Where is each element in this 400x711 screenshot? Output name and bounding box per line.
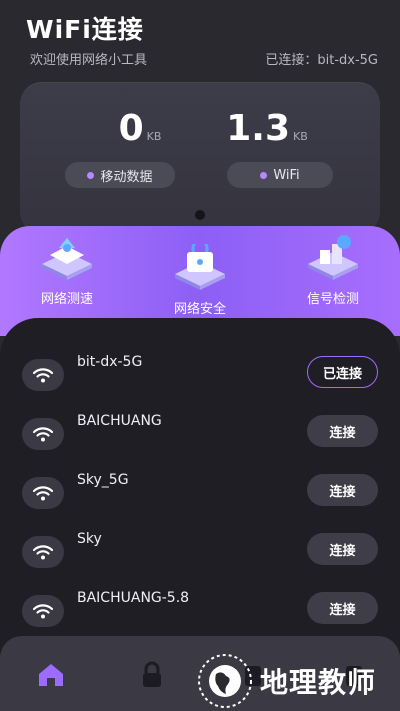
connection-status: 已连接：bit-dx-5G xyxy=(265,53,378,68)
wifi-tab[interactable]: WiFi xyxy=(227,162,333,188)
mobile-data-label: 移动数据 xyxy=(100,169,153,185)
tool-speed-test-label: 网络测速 xyxy=(40,292,93,307)
page-indicator xyxy=(195,210,205,220)
network-name: BAICHUANG-5.8 xyxy=(77,590,190,606)
connect-button[interactable]: 连接 xyxy=(307,415,378,447)
watermark: 地理教师 xyxy=(196,650,400,711)
connected-button[interactable]: 已连接 xyxy=(307,356,378,388)
connect-button[interactable]: 连接 xyxy=(307,533,378,565)
network-name: Sky xyxy=(77,531,102,547)
wifi-data-value: 1.3 xyxy=(226,108,290,149)
wifi-icon xyxy=(22,477,64,509)
network-name: Sky_5G xyxy=(77,472,129,488)
wifi-data-stat: 1.3 KB xyxy=(192,108,342,149)
welcome-text: 欢迎使用网络小工具 xyxy=(30,53,148,68)
mobile-data-unit: KB xyxy=(146,130,162,143)
network-name: bit-dx-5G xyxy=(77,354,143,370)
network-row[interactable]: BAICHUANG 连接 xyxy=(0,413,400,461)
dot-icon xyxy=(260,171,268,179)
speed-test-icon xyxy=(42,238,92,280)
wifi-icon xyxy=(22,418,64,450)
watermark-text: 地理教师 xyxy=(260,665,377,699)
home-icon[interactable] xyxy=(36,660,66,690)
lock-icon[interactable] xyxy=(137,660,167,690)
tool-security-label: 网络安全 xyxy=(173,302,226,317)
wifi-data-unit: KB xyxy=(293,130,308,143)
tool-speed-test[interactable]: 网络测速 xyxy=(17,234,117,307)
network-row[interactable]: BAICHUANG-5.8 连接 xyxy=(0,590,400,638)
mobile-data-tab[interactable]: 移动数据 xyxy=(65,162,175,188)
mobile-data-value: 0 xyxy=(118,108,144,149)
wifi-label: WiFi xyxy=(273,167,300,183)
tool-signal-detect-label: 信号检测 xyxy=(306,292,359,307)
app-title: WiFi连接 xyxy=(26,15,144,44)
network-row[interactable]: bit-dx-5G 已连接 xyxy=(0,354,400,402)
network-row[interactable]: Sky 连接 xyxy=(0,531,400,579)
network-name: BAICHUANG xyxy=(77,413,162,429)
wifi-icon xyxy=(22,359,64,391)
connect-button[interactable]: 连接 xyxy=(307,592,378,624)
network-row[interactable]: Sky_5G 连接 xyxy=(0,472,400,520)
wifi-icon xyxy=(22,536,64,568)
globe-logo-icon xyxy=(198,653,252,708)
tool-security[interactable]: 网络安全 xyxy=(150,239,250,317)
dot-icon xyxy=(87,171,95,179)
wifi-icon xyxy=(22,595,64,627)
connect-button[interactable]: 连接 xyxy=(307,474,378,506)
security-icon xyxy=(175,239,225,290)
traffic-stats-card: 0 KB 1.3 KB 移动数据 WiFi xyxy=(20,82,380,234)
tool-signal-detect[interactable]: 信号检测 xyxy=(283,234,383,307)
signal-detect-icon xyxy=(308,235,358,280)
